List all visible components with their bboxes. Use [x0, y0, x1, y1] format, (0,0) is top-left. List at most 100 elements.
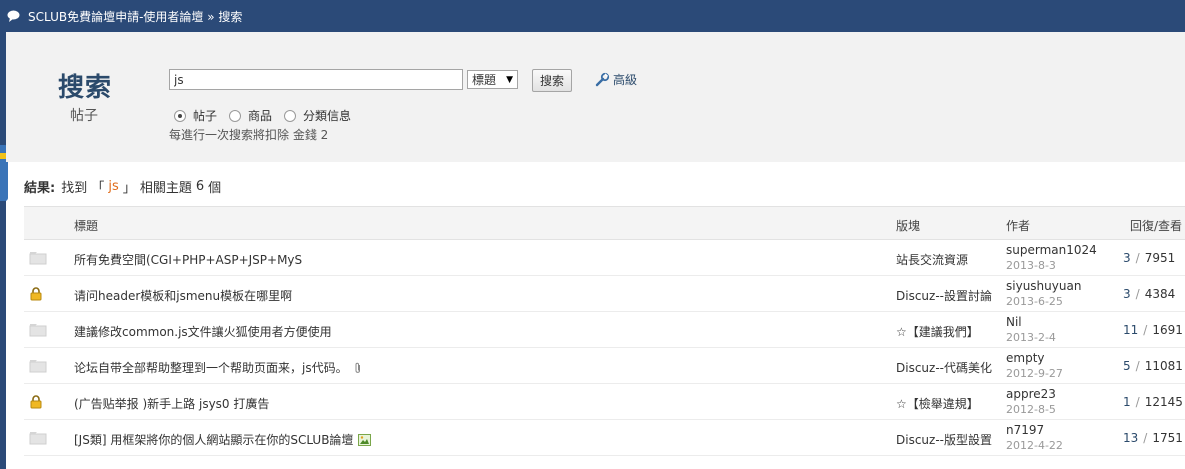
- thread-title: 建議修改common.js文件讓火狐使用者方便使用: [74, 325, 332, 339]
- table-row[interactable]: [JS類] 用框架將你的個人網站顯示在你的SCLUB論壇 Discuz--版型設置…: [24, 420, 1185, 456]
- view-count: 7951: [1144, 251, 1176, 265]
- thread-title-link[interactable]: 建議修改common.js文件讓火狐使用者方便使用: [74, 323, 332, 340]
- stats-separator: /: [1143, 323, 1148, 337]
- author-link[interactable]: n7197: [1006, 423, 1044, 437]
- advanced-search-link[interactable]: 高級: [594, 71, 637, 88]
- view-count: 11081: [1144, 359, 1183, 373]
- forum-link[interactable]: ☆【檢舉違規】: [896, 395, 979, 412]
- result-suffix: 」 相關主題: [122, 181, 192, 196]
- table-row[interactable]: 论坛自带全部帮助整理到一个帮助页面来，js代码。 Discuz--代碼美化 empt…: [24, 348, 1185, 384]
- thread-title-link[interactable]: (广告贴举报 )新手上路 jsys0 打廣告: [74, 395, 269, 412]
- reply-count: 1: [1123, 395, 1131, 409]
- search-cost-note: 每進行一次搜索將扣除 金錢 2: [169, 128, 329, 142]
- radio-label: 商品: [248, 109, 273, 123]
- result-keyword: js: [108, 179, 119, 194]
- folder-icon: [29, 359, 47, 376]
- view-count: 12145: [1144, 395, 1183, 409]
- thread-title-link[interactable]: 所有免費空間(CGI+PHP+ASP+JSP+MyS: [74, 251, 302, 268]
- search-input[interactable]: [169, 69, 463, 90]
- thread-title: 论坛自带全部帮助整理到一个帮助页面来，js代码。: [74, 361, 348, 375]
- view-count: 1751: [1152, 431, 1183, 445]
- radio-posts[interactable]: 帖子: [174, 107, 217, 124]
- chat-bubble-icon: [6, 9, 20, 23]
- result-prefix: 找到 「: [61, 181, 105, 196]
- thread-title: (广告贴举报 )新手上路 jsys0 打廣告: [74, 397, 270, 411]
- radio-button[interactable]: [174, 109, 186, 122]
- stats-separator: /: [1135, 395, 1140, 409]
- table-header: 標題 版塊 作者 回復/查看: [24, 206, 1185, 240]
- thread-title-link[interactable]: 请问header模板和jsmenu模板在哪里啊: [74, 287, 292, 304]
- breadcrumb[interactable]: SCLUB免費論壇申請-使用者論壇 » 搜索: [28, 8, 242, 25]
- radio-products[interactable]: 商品: [229, 107, 272, 124]
- post-date: 2013-6-25: [1006, 295, 1063, 308]
- reply-count: 3: [1123, 251, 1131, 265]
- reply-view-stats: 3 / 4384: [1123, 287, 1175, 301]
- lock-icon: [29, 287, 43, 304]
- stats-separator: /: [1143, 431, 1148, 445]
- thread-title: 所有免費空間(CGI+PHP+ASP+JSP+MyS: [74, 253, 303, 267]
- reply-count: 3: [1123, 287, 1131, 301]
- stats-separator: /: [1135, 251, 1140, 265]
- search-button[interactable]: 搜索: [532, 69, 572, 92]
- result-count: 6: [195, 179, 205, 194]
- page-subtitle: 帖子: [70, 108, 98, 124]
- attachment-icon: [354, 362, 362, 374]
- post-date: 2012-9-27: [1006, 367, 1063, 380]
- search-type-select[interactable]: 標題 ▼: [467, 70, 518, 89]
- radio-button[interactable]: [229, 109, 242, 122]
- radio-button[interactable]: [284, 109, 297, 122]
- post-date: 2012-4-22: [1006, 439, 1063, 452]
- search-panel: 搜索 帖子 標題 ▼ 搜索 高級 帖子 商品 分類信息 每進行一次搜索將扣除 金…: [6, 32, 1185, 162]
- author-link[interactable]: appre23: [1006, 387, 1056, 401]
- view-count: 4384: [1144, 287, 1176, 301]
- forum-link[interactable]: Discuz--版型設置: [896, 431, 992, 448]
- header-stats: 回復/查看: [1130, 219, 1183, 233]
- author-link[interactable]: empty: [1006, 351, 1045, 365]
- post-date: 2013-8-3: [1006, 259, 1056, 272]
- search-type-value: 標題: [472, 73, 497, 87]
- forum-link[interactable]: Discuz--代碼美化: [896, 359, 992, 376]
- author-link[interactable]: Nil: [1006, 315, 1022, 329]
- forum-link[interactable]: 站長交流資源: [896, 251, 968, 268]
- wrench-icon: [594, 72, 610, 88]
- forum-link[interactable]: Discuz--設置討論: [896, 287, 992, 304]
- page-title: 搜索: [58, 73, 113, 103]
- table-row[interactable]: (广告贴举报 )新手上路 jsys0 打廣告 ☆【檢舉違規】 appre23 2012…: [24, 384, 1185, 420]
- reply-view-stats: 1 / 12145: [1123, 395, 1183, 409]
- advanced-label: 高級: [613, 73, 638, 87]
- reply-count: 11: [1123, 323, 1139, 337]
- table-row[interactable]: 所有免費空間(CGI+PHP+ASP+JSP+MyS 站長交流資源 superman…: [24, 240, 1185, 276]
- radio-classified[interactable]: 分類信息: [284, 107, 351, 124]
- dropdown-arrow-icon: ▼: [506, 74, 513, 85]
- reply-view-stats: 5 / 11081: [1123, 359, 1183, 373]
- header-title: 標題: [74, 219, 99, 233]
- table-row[interactable]: 请问header模板和jsmenu模板在哪里啊 Discuz--設置討論 siyus…: [24, 276, 1185, 312]
- result-unit: 個: [208, 181, 222, 196]
- reply-count: 5: [1123, 359, 1131, 373]
- stats-separator: /: [1135, 359, 1140, 373]
- thread-title: 请问header模板和jsmenu模板在哪里啊: [74, 289, 293, 303]
- stats-separator: /: [1135, 287, 1140, 301]
- radio-label: 分類信息: [303, 109, 352, 123]
- lock-icon: [29, 395, 43, 412]
- thread-title-link[interactable]: 论坛自带全部帮助整理到一个帮助页面来，js代码。: [74, 359, 362, 376]
- top-bar: SCLUB免費論壇申請-使用者論壇 » 搜索: [0, 0, 1185, 32]
- folder-icon: [29, 323, 47, 340]
- search-scope-radios: 帖子 商品 分類信息: [174, 107, 363, 124]
- reply-count: 13: [1123, 431, 1139, 445]
- thread-title-link[interactable]: [JS類] 用框架將你的個人網站顯示在你的SCLUB論壇: [74, 431, 372, 448]
- header-author: 作者: [1006, 219, 1031, 233]
- table-row[interactable]: 建議修改common.js文件讓火狐使用者方便使用 ☆【建議我們】 Nil 2013-…: [24, 312, 1185, 348]
- author-link[interactable]: superman1024: [1006, 243, 1097, 257]
- reply-view-stats: 11 / 1691: [1123, 323, 1183, 337]
- header-forum: 版塊: [896, 219, 921, 233]
- reply-view-stats: 3 / 7951: [1123, 251, 1175, 265]
- forum-link[interactable]: ☆【建議我們】: [896, 323, 979, 340]
- post-date: 2012-8-5: [1006, 403, 1056, 416]
- view-count: 1691: [1152, 323, 1183, 337]
- image-icon: [358, 433, 372, 446]
- folder-icon: [29, 251, 47, 268]
- result-summary: 結果: 找到 「 js 」 相關主題 6 個: [24, 177, 221, 196]
- author-link[interactable]: siyushuyuan: [1006, 279, 1081, 293]
- folder-icon: [29, 431, 47, 448]
